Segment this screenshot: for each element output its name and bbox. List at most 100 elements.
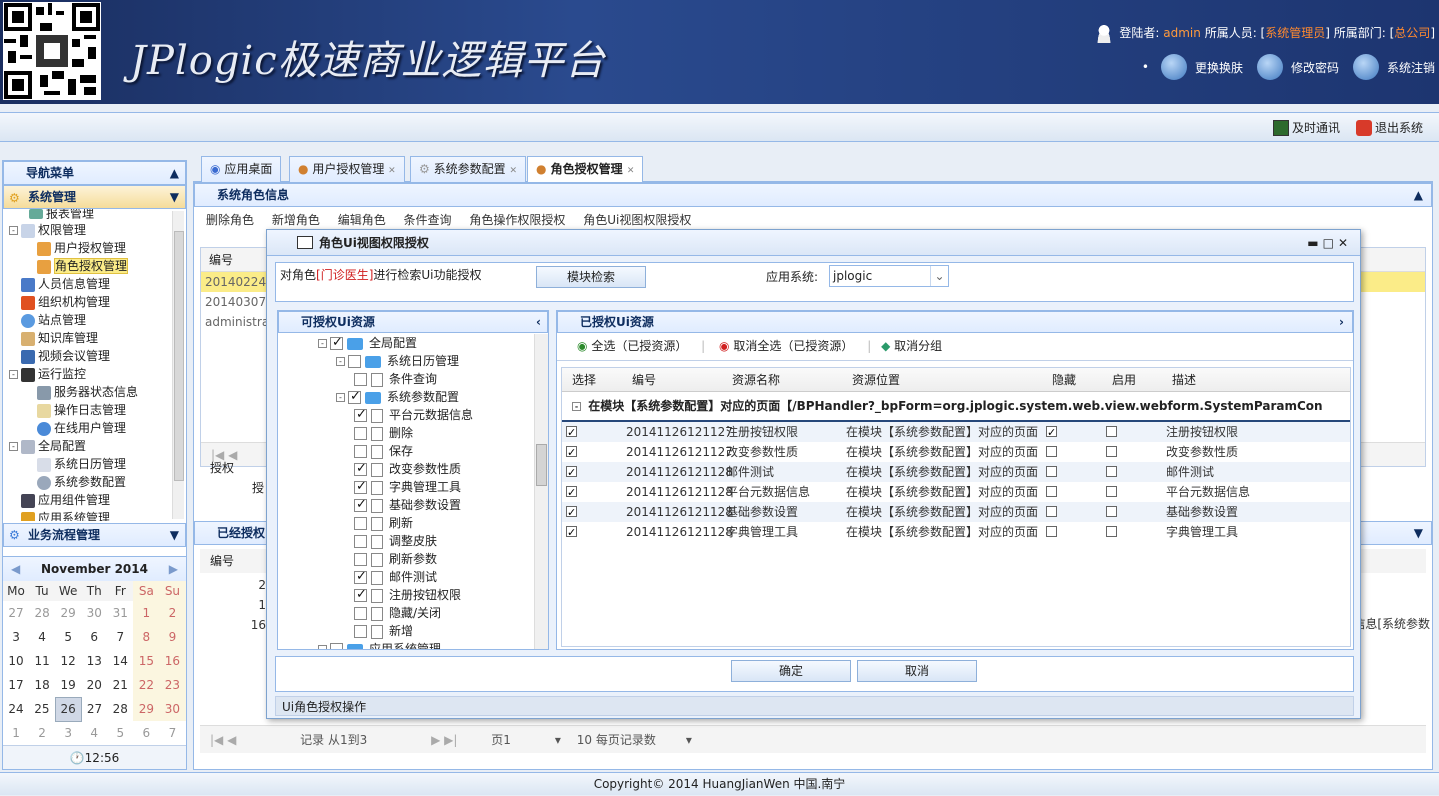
tree-node[interactable]: - 系统参数配置 [278, 388, 534, 406]
ok-button[interactable]: 确定 [731, 660, 851, 682]
table-row[interactable]: 20141126121128基础参数设置在模块【系统参数配置】对应的页面基础参数… [562, 502, 1350, 523]
calendar-day[interactable]: 7 [159, 721, 185, 745]
calendar-day[interactable]: 11 [29, 649, 55, 673]
calendar-day[interactable]: 30 [81, 601, 107, 625]
collapse-right-icon[interactable]: › [1339, 312, 1344, 332]
calendar-day[interactable]: 29 [133, 697, 160, 721]
tree-node[interactable]: 注册按钮权限 [278, 586, 534, 604]
tree-checkbox[interactable] [330, 334, 343, 352]
tree-checkbox[interactable] [354, 568, 367, 586]
delete-role-button[interactable]: 删除角色 [206, 213, 254, 227]
nav-item[interactable]: 在线用户管理 [3, 419, 171, 437]
expand-icon[interactable]: - [336, 393, 345, 402]
chevron-down-icon[interactable]: ▼ [1414, 522, 1423, 544]
shirt-icon[interactable] [1160, 54, 1187, 80]
nav-item[interactable]: 视频会议管理 [3, 347, 171, 365]
maximize-icon[interactable]: □ [1323, 236, 1338, 250]
nav-item[interactable]: 站点管理 [3, 311, 171, 329]
app-system-select[interactable]: jplogic ⌄ [829, 265, 949, 287]
calendar-day[interactable]: 14 [107, 649, 133, 673]
change-skin-button[interactable]: 更换换肤 [1195, 59, 1243, 76]
table-row[interactable]: 20141126121128平台元数据信息在模块【系统参数配置】对应的页面平台元… [562, 482, 1350, 503]
tree-checkbox[interactable] [354, 460, 367, 478]
row-checkbox[interactable] [1046, 446, 1057, 457]
calendar-day[interactable]: 20 [81, 673, 107, 697]
tree-node[interactable]: 隐藏/关闭 [278, 604, 534, 622]
calendar-day[interactable]: 19 [55, 673, 81, 697]
collapse-icon[interactable]: ▲ [1414, 184, 1423, 206]
tree-checkbox[interactable] [354, 445, 367, 458]
cancel-button[interactable]: 取消 [857, 660, 977, 682]
tree-node[interactable]: 调整皮肤 [278, 532, 534, 550]
table-row[interactable]: 20141126121128字典管理工具在模块【系统参数配置】对应的页面字典管理… [562, 522, 1350, 543]
tree-node[interactable]: 基础参数设置 [278, 496, 534, 514]
module-search-button[interactable]: 模块检索 [536, 266, 646, 288]
tree-node[interactable]: 字典管理工具 [278, 478, 534, 496]
calendar-day[interactable]: 4 [81, 721, 107, 745]
prev-month-icon[interactable]: ◀ [11, 557, 20, 581]
key-icon[interactable] [1256, 54, 1283, 80]
nav-item[interactable]: - 权限管理 [3, 221, 171, 239]
chevron-down-icon[interactable]: ▼ [170, 524, 179, 546]
tree-scrollbar[interactable] [534, 334, 548, 649]
tree-node[interactable]: 平台元数据信息 [278, 406, 534, 424]
expand-icon[interactable]: - [318, 645, 327, 649]
calendar-day[interactable]: 23 [159, 673, 186, 697]
calendar-day[interactable]: 5 [107, 721, 133, 745]
nav-item[interactable]: - 运行监控 [3, 365, 171, 383]
row-checkbox[interactable] [566, 443, 577, 463]
row-checkbox[interactable] [1046, 506, 1057, 517]
tab-role-auth[interactable]: ● 角色授权管理 ✕ [527, 156, 644, 183]
calendar-day[interactable]: 2 [29, 721, 55, 745]
tree-checkbox[interactable] [354, 373, 367, 386]
nav-item[interactable]: 组织机构管理 [3, 293, 171, 311]
query-button[interactable]: 条件查询 [404, 213, 452, 227]
nav-scrollbar[interactable] [172, 211, 184, 519]
calendar-day[interactable]: 30 [159, 697, 186, 721]
calendar-month[interactable]: November 2014 [41, 562, 148, 576]
calendar-day[interactable]: 22 [133, 673, 160, 697]
calendar-day[interactable]: 16 [159, 649, 186, 673]
nav-item[interactable]: 用户授权管理 [3, 239, 171, 257]
tree-node[interactable]: 刷新参数 [278, 550, 534, 568]
row-checkbox[interactable] [1106, 506, 1117, 517]
calendar-day[interactable]: 15 [133, 649, 160, 673]
auth-button[interactable]: 授 [252, 479, 264, 496]
calendar-day-today[interactable]: 26 [54, 696, 82, 722]
dialog-title-bar[interactable]: 角色Ui视图权限授权 ▬□✕ [267, 230, 1360, 256]
calendar-day[interactable]: 24 [3, 697, 29, 721]
row-checkbox[interactable] [1046, 423, 1057, 443]
tree-node[interactable]: - 应用系统管理 [278, 640, 534, 649]
tab-system-params[interactable]: ⚙ 系统参数配置 ✕ [410, 156, 526, 182]
calendar-day[interactable]: 18 [29, 673, 55, 697]
calendar-day[interactable]: 25 [29, 697, 55, 721]
tree-checkbox[interactable] [354, 478, 367, 496]
tree-checkbox[interactable] [330, 643, 343, 649]
page-size-select[interactable]: 10 每页记录数 [577, 733, 656, 747]
calendar-day[interactable]: 8 [133, 625, 160, 649]
expand-icon[interactable]: - [336, 357, 345, 366]
tree-node[interactable]: 邮件测试 [278, 568, 534, 586]
tree-checkbox[interactable] [354, 625, 367, 638]
tree-checkbox[interactable] [354, 517, 367, 530]
power-icon[interactable] [1352, 54, 1379, 80]
nav-item[interactable]: 人员信息管理 [3, 275, 171, 293]
close-icon[interactable]: ✕ [1338, 236, 1352, 250]
nav-item-selected[interactable]: 角色授权管理 [3, 257, 171, 275]
table-row[interactable]: 20141126121127注册按钮权限在模块【系统参数配置】对应的页面注册按钮… [562, 422, 1350, 443]
calendar-day[interactable]: 31 [107, 601, 133, 625]
workflow-header[interactable]: ⚙ 业务流程管理 ▼ [3, 523, 186, 547]
calendar-day[interactable]: 29 [55, 601, 81, 625]
nav-item[interactable]: 应用组件管理 [3, 491, 171, 509]
role-ui-auth-button[interactable]: 角色Ui视图权限授权 [583, 213, 691, 227]
nav-item[interactable]: 应用系统管理 [3, 509, 171, 521]
system-mgmt-header[interactable]: ⚙ 系统管理 ▼ [3, 185, 186, 209]
deselect-all-button[interactable]: ◉ 取消全选（已授资源） [719, 339, 853, 353]
calendar-day[interactable]: 6 [133, 721, 159, 745]
tree-checkbox[interactable] [348, 355, 361, 368]
row-checkbox[interactable] [1106, 426, 1117, 437]
minimize-icon[interactable]: ▬ [1307, 236, 1322, 250]
nav-item[interactable]: 系统参数配置 [3, 473, 171, 491]
role-op-auth-button[interactable]: 角色操作权限授权 [469, 213, 565, 227]
nav-title[interactable]: 导航菜单 ▲ [3, 161, 186, 185]
